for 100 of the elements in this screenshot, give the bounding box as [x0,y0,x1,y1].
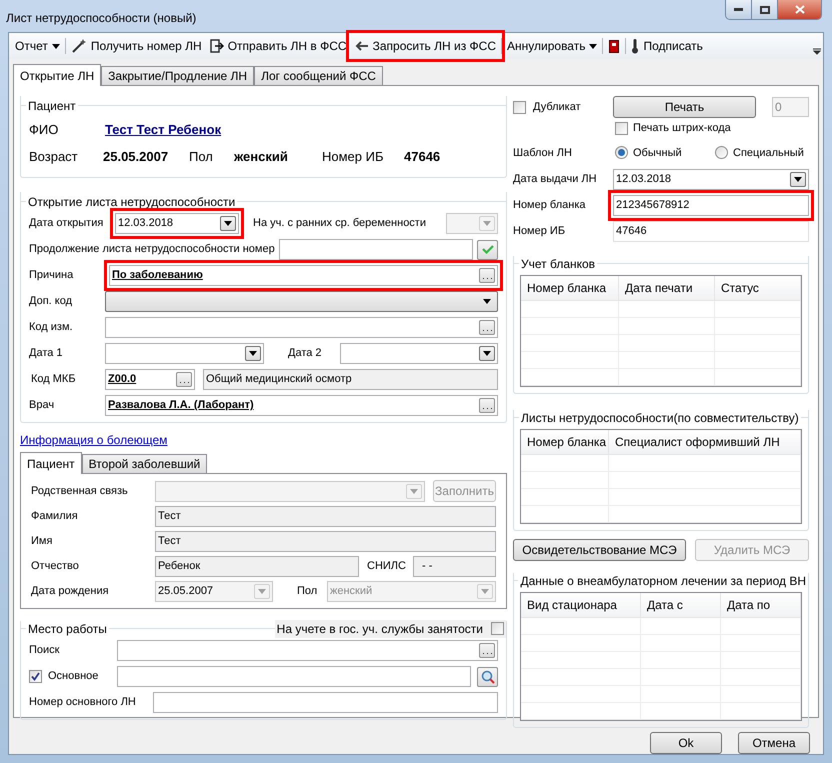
column-header[interactable]: Вид стационара [521,593,641,617]
toolbar-button[interactable]: Отправить ЛН в ФСС [206,35,351,57]
input-field[interactable]: Z00.0 [105,369,195,390]
field-label: Доп. код [29,294,73,310]
tab[interactable]: Лог сообщений ФСС [254,66,383,85]
maximize-button[interactable] [752,0,778,19]
field-label: Номер бланка [513,198,587,214]
column-header[interactable]: Дата по [721,593,801,617]
input-field[interactable] [117,666,471,687]
radio-button[interactable] [615,146,628,160]
input-field[interactable]: - - [413,556,496,577]
toolbar-button[interactable]: Получить номер ЛН [66,35,206,57]
toolbar-button[interactable]: Запросить ЛН из ФСС [350,35,500,57]
column-header[interactable]: Номер бланка [521,430,609,454]
close-button[interactable] [778,0,821,19]
column-header[interactable]: Дата с [641,593,721,617]
dropdown-field[interactable] [105,291,498,312]
field-label: Врач [29,398,56,414]
field-label: Специальный [733,146,804,160]
browse-button[interactable] [479,398,495,413]
dropdown-arrow-icon [483,221,491,226]
push-button[interactable]: Ok [650,732,722,754]
input-field[interactable]: Тест [155,531,496,552]
push-button[interactable]: Отмена [738,732,810,754]
column-header[interactable]: Номер бланка [521,276,619,300]
checkbox[interactable] [513,100,526,114]
field-label: Основное [48,669,98,684]
push-button[interactable]: Печать [613,96,756,118]
group-title: Место работы [27,620,108,638]
dropdown-arrow-icon [258,589,266,594]
dropdown-arrow-icon [249,351,257,356]
input-field[interactable] [278,239,473,260]
dropdown-field[interactable] [340,343,498,364]
toolbar-button[interactable]: Подписать [627,35,707,57]
dropdown-arrow-icon [481,589,489,594]
thermometer-icon [631,38,640,54]
field-label: Родственная связь [31,484,129,499]
dropdown-arrow-icon [589,44,598,48]
field-label: Номер ИБ [322,148,385,166]
checkbox[interactable] [29,670,42,683]
dropdown-arrow-icon [483,351,491,356]
input-field[interactable] [117,640,498,661]
browse-button[interactable] [479,643,495,658]
push-button[interactable]: Освидетельствование МСЭ [513,539,686,561]
window-title: Лист нетрудоспособности (новый) [6,10,196,27]
column-header[interactable]: Дата печати [619,276,715,300]
value-text: женский [234,148,289,166]
group-title: Листы нетрудоспособности(по совместительству) [520,410,800,426]
minimize-button[interactable] [726,0,752,19]
input-field[interactable] [153,692,498,713]
arrow-right-icon [210,39,224,53]
group-title: Данные о внеамбулаторном лечении за период ВН [519,572,807,590]
confirm-button[interactable] [477,240,498,260]
input-field[interactable]: Развалова Л.А. (Лаборант) [105,395,498,416]
column-header[interactable]: Специалист оформивший ЛН [609,430,801,454]
input-field[interactable]: 47646 [613,221,809,242]
dropdown-arrow-icon [794,177,802,182]
field-label: Пол [189,148,214,166]
field-label: Пол [297,584,318,600]
dropdown-field[interactable] [105,343,264,364]
tab[interactable]: Пациент [20,452,82,474]
restore-icon [760,6,770,14]
tab[interactable]: Второй заболевший [82,454,208,473]
search-button[interactable] [477,666,498,686]
wand-icon [70,38,87,54]
input-field[interactable]: По заболеванию [109,265,498,286]
dropdown-field[interactable]: 25.05.2007 [155,581,273,602]
field-label: СНИЛС [367,559,407,574]
field-label: Дата открытия [29,216,104,232]
browse-button[interactable] [479,268,495,283]
input-field[interactable]: Тест [155,506,496,527]
browse-button[interactable] [479,320,495,335]
tab[interactable]: Закрытие/Продление ЛН [101,66,254,85]
group-title: Открытие листа нетрудоспособности [27,194,236,210]
input-field[interactable]: Ребенок [155,556,359,577]
column-header[interactable]: Статус [715,276,801,300]
book-icon [609,40,620,52]
input-field[interactable]: 212345678912 [613,195,809,216]
checkbox[interactable] [615,122,628,135]
value-text: 47646 [404,148,440,166]
dropdown-field[interactable]: 12.03.2018 [613,169,809,190]
radio-button[interactable] [715,146,728,160]
field-label: Дата рождения [31,584,110,600]
browse-button[interactable] [176,372,192,387]
field-label: Дата 2 [288,346,323,362]
dropdown-field[interactable]: 12.03.2018 [115,213,239,234]
patient-name-link[interactable]: Тест Тест Ребенок [105,120,222,140]
field-label: Имя [31,534,54,550]
checkbox[interactable] [491,622,504,635]
sick-info-link[interactable]: Информация о болеющем [20,431,168,449]
group-title: Учет бланков [520,256,596,272]
field-label: Возраст [29,148,79,166]
input-field[interactable] [105,317,498,338]
search-icon [480,670,494,684]
toolbar-dropdown[interactable]: Отчет [11,35,64,57]
input-field[interactable]: Общий медицинский осмотр [203,369,498,390]
dropdown-arrow-icon [224,221,232,226]
tab[interactable]: Открытие ЛН [13,64,102,86]
toolbar-dropdown[interactable]: Аннулировать [503,35,602,57]
field-label: Код МКБ [30,372,77,388]
